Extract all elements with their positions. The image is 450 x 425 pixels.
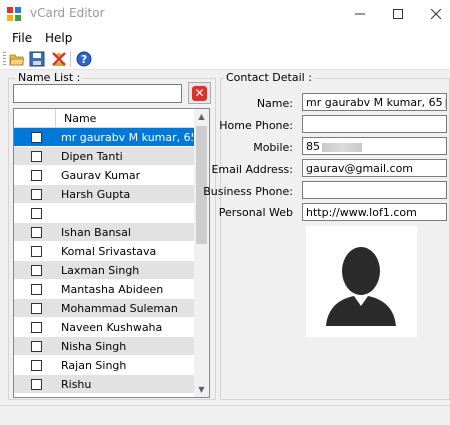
row-checkbox[interactable] <box>31 284 42 295</box>
list-item[interactable]: Rishu <box>14 375 194 394</box>
close-button[interactable] <box>416 0 450 28</box>
business-phone-field[interactable] <box>302 181 447 199</box>
row-checkbox[interactable] <box>31 322 42 333</box>
list-item[interactable]: Gaurav Kumar <box>14 166 194 185</box>
scroll-down-icon[interactable]: ▼ <box>194 382 209 397</box>
vcard-editor-window: vCard Editor File Help ? Name List: ✕ N… <box>0 0 450 425</box>
list-item[interactable]: Komal Srivastava <box>14 242 194 261</box>
svg-text:?: ? <box>81 53 87 66</box>
row-name: Mohammad Suleman <box>61 302 178 315</box>
contact-photo[interactable] <box>306 226 417 337</box>
mobile-label: Mobile: <box>253 141 293 154</box>
list-rows: mr gaurabv M kumar, 656644... Dipen Tanti… <box>14 128 194 394</box>
redacted-mark <box>444 98 446 108</box>
list-item[interactable]: Mohammad Suleman <box>14 299 194 318</box>
list-item[interactable]: Ishan Bansal <box>14 223 194 242</box>
row-name: Harsh Gupta <box>61 188 131 201</box>
list-item[interactable] <box>14 204 194 223</box>
status-bar <box>0 405 450 425</box>
mobile-value: 85 <box>306 140 320 153</box>
row-name: Komal Srivastava <box>61 245 157 258</box>
contact-detail-label: Contact Detail : <box>224 71 314 84</box>
open-folder-icon[interactable] <box>9 51 25 67</box>
menu-file[interactable]: File <box>12 31 32 45</box>
name-column-header[interactable]: Name <box>64 112 96 125</box>
row-checkbox[interactable] <box>31 341 42 352</box>
list-item[interactable]: Harsh Gupta <box>14 185 194 204</box>
row-name: Gaurav Kumar <box>61 169 141 182</box>
list-header: Name <box>14 109 194 128</box>
maximize-icon <box>393 9 403 19</box>
personal-web-label: Personal Web <box>218 206 293 219</box>
home-phone-label: Home Phone: <box>219 119 293 132</box>
name-value: mr gaurabv M kumar, 65 <box>306 96 443 109</box>
row-name: Laxman Singh <box>61 264 140 277</box>
toolbar: ? <box>0 48 450 70</box>
title-bar: vCard Editor <box>0 0 450 28</box>
row-checkbox[interactable] <box>31 151 42 162</box>
search-input[interactable] <box>13 84 182 103</box>
row-name: Dipen Tanti <box>61 150 123 163</box>
list-item[interactable]: Mantasha Abideen <box>14 280 194 299</box>
maximize-button[interactable] <box>378 0 418 28</box>
mobile-field[interactable]: 85 <box>302 137 447 155</box>
window-title: vCard Editor <box>30 6 105 20</box>
menu-help[interactable]: Help <box>45 31 72 45</box>
home-phone-field[interactable] <box>302 115 447 133</box>
close-icon <box>431 9 441 19</box>
save-icon[interactable] <box>29 51 45 67</box>
row-name: Rishu <box>61 378 92 391</box>
minimize-icon <box>355 13 365 15</box>
row-checkbox[interactable] <box>31 360 42 371</box>
business-phone-label: Business Phone: <box>203 185 293 198</box>
help-icon[interactable]: ? <box>76 51 92 67</box>
row-name: Rajan Singh <box>61 359 127 372</box>
row-checkbox[interactable] <box>31 246 42 257</box>
row-name: Mantasha Abideen <box>61 283 164 296</box>
row-checkbox[interactable] <box>31 170 42 181</box>
app-icon <box>7 7 21 21</box>
email-label: Email Address: <box>211 163 293 176</box>
row-checkbox[interactable] <box>31 208 42 219</box>
name-label: Name: <box>256 97 293 110</box>
row-checkbox[interactable] <box>31 303 42 314</box>
toolbar-separator <box>70 51 71 67</box>
row-checkbox[interactable] <box>31 189 42 200</box>
row-checkbox[interactable] <box>31 227 42 238</box>
redacted-mark <box>322 142 362 152</box>
list-item[interactable]: Laxman Singh <box>14 261 194 280</box>
list-item[interactable]: Dipen Tanti <box>14 147 194 166</box>
name-list[interactable]: Name mr gaurabv M kumar, 656644... Dipen … <box>13 108 210 398</box>
list-item[interactable]: Rajan Singh <box>14 356 194 375</box>
row-checkbox[interactable] <box>31 265 42 276</box>
name-field[interactable]: mr gaurabv M kumar, 65 <box>302 93 447 111</box>
email-field[interactable]: gaurav@gmail.com <box>302 159 447 177</box>
row-checkbox[interactable] <box>31 379 42 390</box>
row-name: Nisha Singh <box>61 340 127 353</box>
row-name: Ishan Bansal <box>61 226 131 239</box>
list-item[interactable]: Naveen Kushwaha <box>14 318 194 337</box>
checkbox-column-header[interactable] <box>14 109 56 128</box>
minimize-button[interactable] <box>340 0 380 28</box>
row-checkbox[interactable] <box>31 132 42 143</box>
delete-contact-icon[interactable] <box>51 51 67 67</box>
personal-web-field[interactable]: http://www.lof1.com <box>302 203 447 221</box>
name-list-label: Name List : <box>16 71 83 84</box>
menu-bar: File Help <box>0 28 450 48</box>
row-name: mr gaurabv M kumar, 656644... <box>61 131 193 144</box>
user-avatar-icon <box>326 247 396 326</box>
list-item[interactable]: Nisha Singh <box>14 337 194 356</box>
list-item[interactable]: mr gaurabv M kumar, 656644... <box>14 128 194 147</box>
row-name: Naveen Kushwaha <box>61 321 163 334</box>
toolbar-grip[interactable] <box>3 52 6 66</box>
